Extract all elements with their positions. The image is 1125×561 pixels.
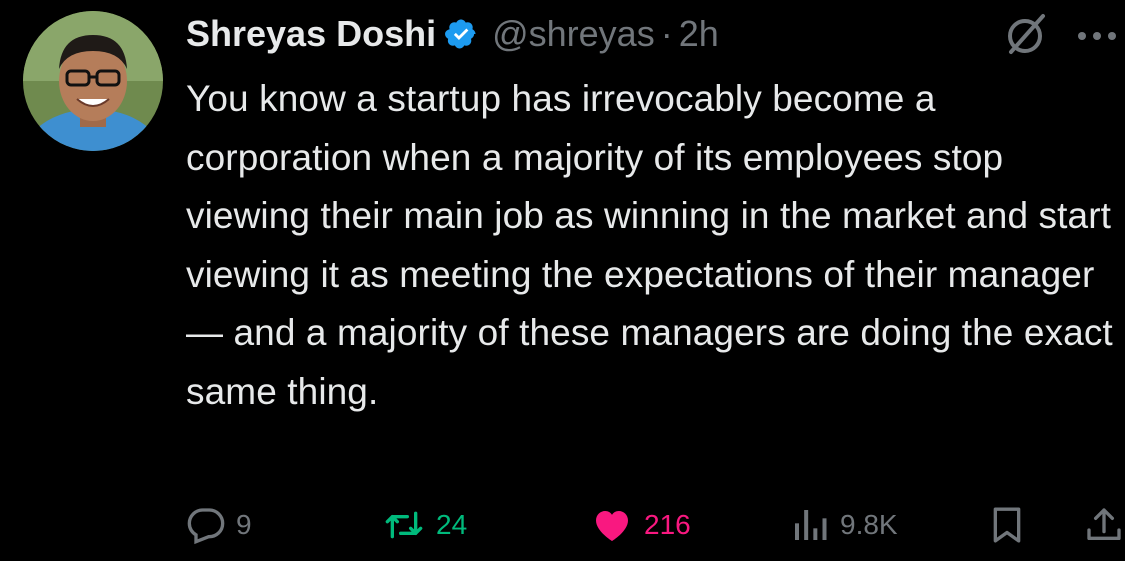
tweet-header: Shreyas Doshi @shreyas · 2h [186, 8, 1125, 60]
like-count: 216 [644, 509, 691, 540]
author-handle[interactable]: @shreyas [492, 13, 655, 55]
reply-count: 9 [236, 509, 252, 540]
author-name[interactable]: Shreyas Doshi [186, 13, 436, 55]
tweet-text: You know a startup has irrevocably becom… [186, 78, 1113, 412]
bookmark-button[interactable] [987, 500, 1027, 550]
like-icon [590, 505, 634, 545]
action-bar: 9 24 216 9.8K [186, 500, 1125, 550]
views-count: 9.8K [840, 509, 898, 540]
repost-button[interactable]: 24 [382, 500, 467, 550]
repost-icon [382, 505, 426, 545]
separator-dot: · [660, 13, 673, 54]
share-button[interactable] [1084, 500, 1124, 550]
views-icon [790, 505, 830, 545]
verified-badge-icon [444, 17, 478, 51]
more-icon[interactable] [1074, 14, 1120, 54]
bookmark-icon [987, 503, 1027, 547]
like-button[interactable]: 216 [590, 500, 691, 550]
views-button[interactable]: 9.8K [790, 500, 898, 550]
reply-icon [186, 505, 226, 545]
grok-icon[interactable] [1003, 10, 1051, 58]
repost-count: 24 [436, 509, 468, 540]
share-icon [1084, 503, 1124, 547]
reply-button[interactable]: 9 [186, 500, 252, 550]
avatar[interactable] [23, 11, 163, 151]
timestamp[interactable]: 2h [679, 13, 719, 55]
